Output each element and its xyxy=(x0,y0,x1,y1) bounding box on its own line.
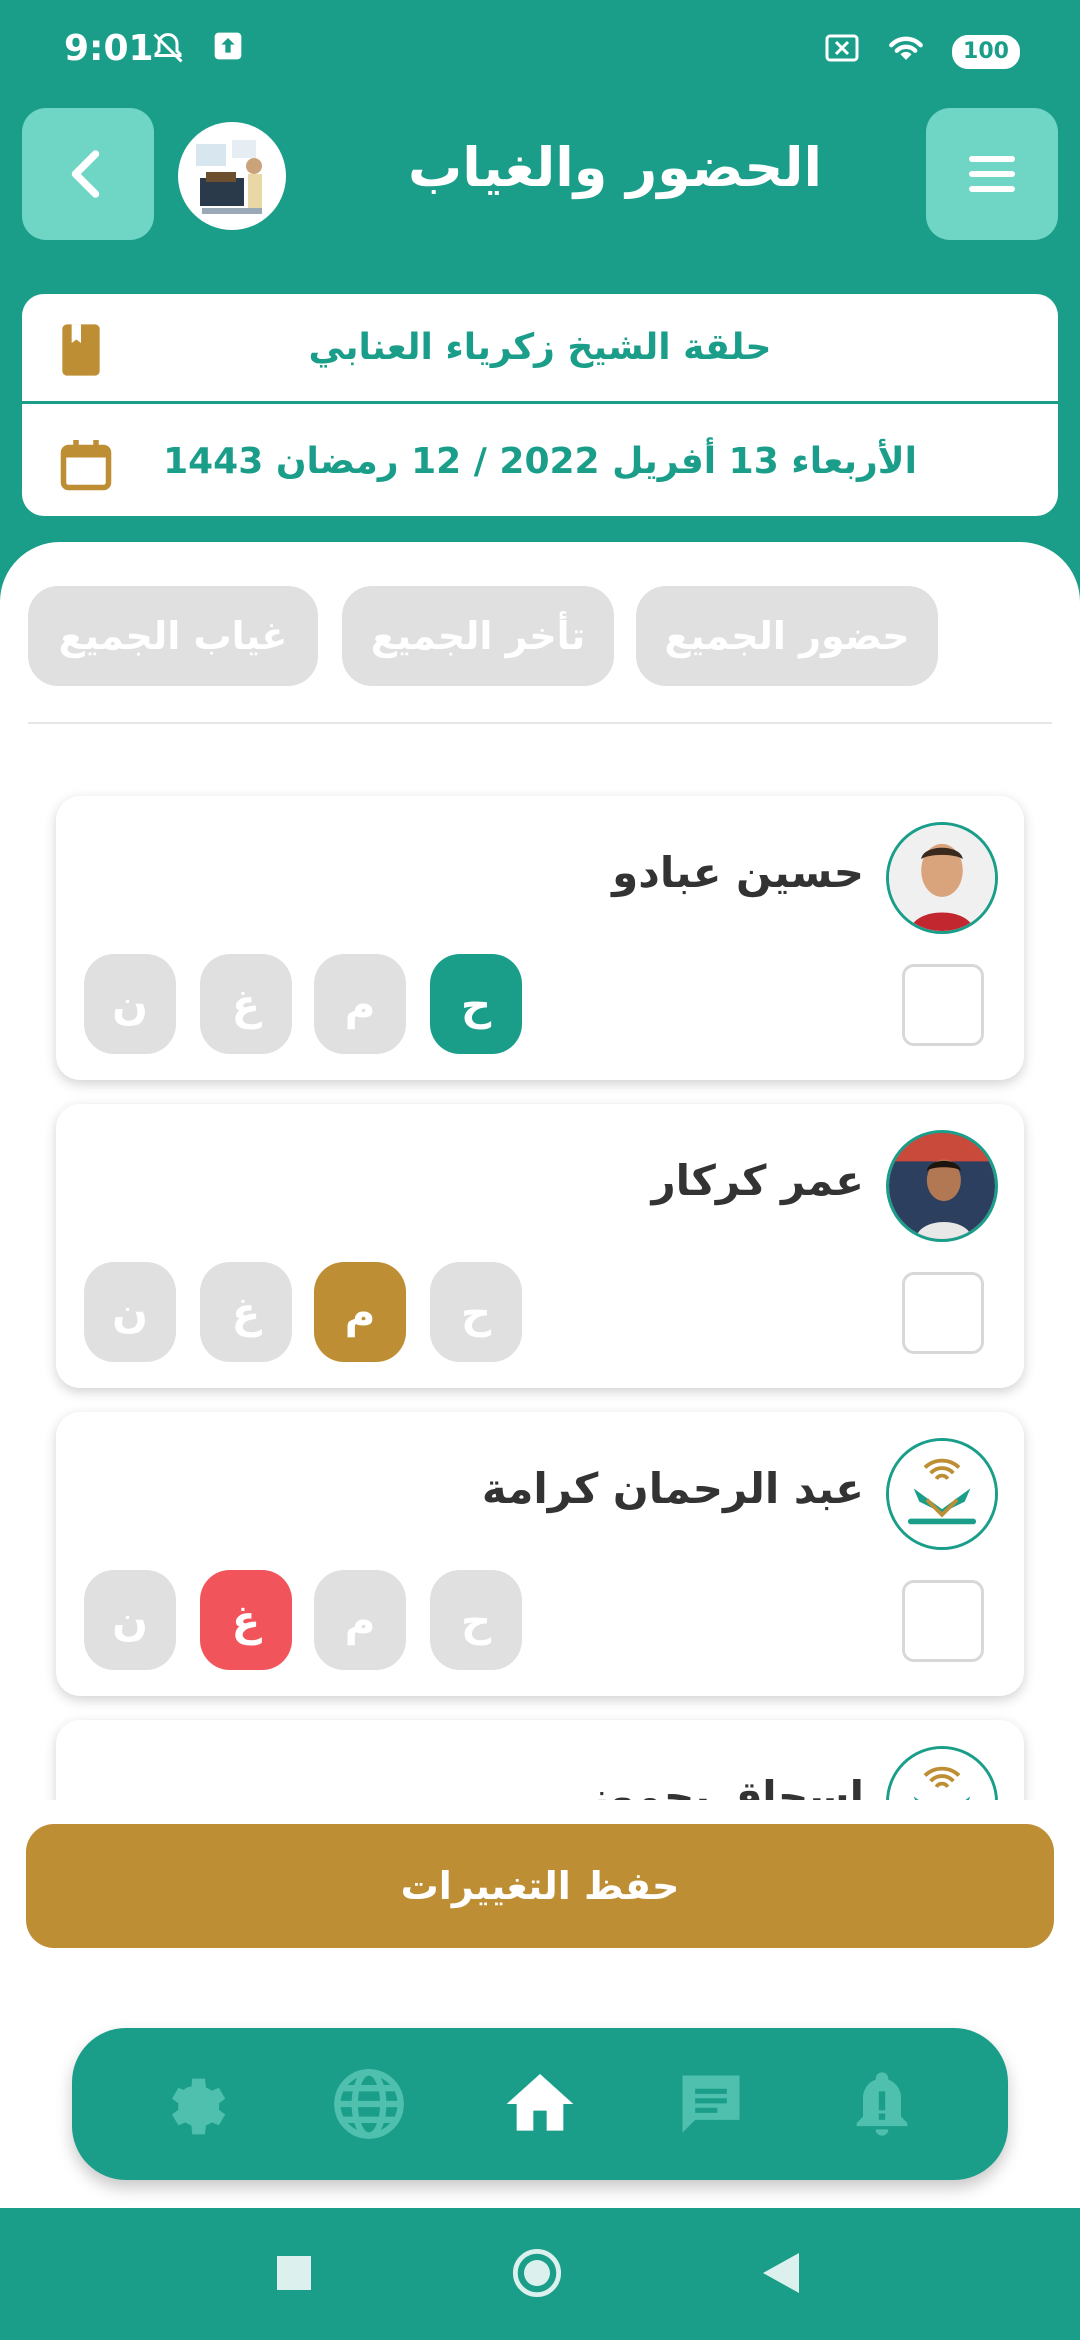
status-late-button[interactable]: م xyxy=(314,1262,406,1362)
status-late-button[interactable]: م xyxy=(314,954,406,1054)
bell-icon xyxy=(857,2072,908,2136)
student-checkbox[interactable] xyxy=(902,964,984,1046)
status-late-button[interactable]: م xyxy=(314,1570,406,1670)
nav-settings[interactable] xyxy=(153,2059,243,2149)
circle-icon xyxy=(512,2248,562,2298)
teacher-avatar xyxy=(178,122,286,230)
book-icon xyxy=(56,322,106,387)
nav-globe[interactable] xyxy=(324,2059,414,2149)
square-icon xyxy=(277,2256,311,2290)
gear-icon xyxy=(171,2078,225,2135)
nav-home[interactable] xyxy=(495,2059,585,2149)
status-bar: 9:01 100 xyxy=(0,0,1080,96)
status-absent-button[interactable]: غ xyxy=(200,1570,292,1670)
app-root: 9:01 100 الحضور والغياب حلقة الشيخ زكريا… xyxy=(0,0,1080,2340)
student-avatar xyxy=(886,1130,998,1242)
globe-icon xyxy=(333,2069,404,2139)
status-present-button[interactable]: ح xyxy=(430,954,522,1054)
hamburger-icon xyxy=(969,156,1015,192)
student-checkbox[interactable] xyxy=(902,1580,984,1662)
status-time: 9:01 xyxy=(64,28,154,69)
calendar-icon xyxy=(56,434,116,505)
quran-logo-icon xyxy=(889,1441,995,1547)
status-present-button[interactable]: ح xyxy=(430,1570,522,1670)
system-nav-bar xyxy=(0,2210,1080,2340)
date-text: الأربعاء 13 أفريل 2022 / 12 رمضان 1443 xyxy=(163,440,917,482)
status-right-icons: 100 xyxy=(824,30,1020,73)
triangle-back-icon xyxy=(763,2253,799,2293)
chat-icon xyxy=(682,2075,740,2133)
student-avatar xyxy=(886,1438,998,1550)
attendance-sheet: غياب الجميع تأخر الجميع حضور الجميع حسين… xyxy=(0,542,1080,2208)
student-card: عبد الرحمان كرامة ح م غ ن xyxy=(56,1412,1024,1696)
student-name: عبد الرحمان كرامة xyxy=(481,1464,864,1513)
mute-icon xyxy=(150,30,186,75)
status-left-icons xyxy=(150,30,244,75)
menu-button[interactable] xyxy=(926,108,1058,240)
student-name: عمر كركار xyxy=(651,1156,864,1205)
status-absent-button[interactable]: غ xyxy=(200,1262,292,1362)
nav-messages[interactable] xyxy=(666,2059,756,2149)
bulk-actions: غياب الجميع تأخر الجميع حضور الجميع xyxy=(0,586,1080,690)
bottom-nav xyxy=(72,2028,1008,2180)
back-system-button[interactable] xyxy=(763,2253,803,2297)
student-card: حسين عبادو ح م غ ن xyxy=(56,796,1024,1080)
home-icon xyxy=(506,2074,574,2131)
back-button[interactable] xyxy=(22,108,154,240)
upload-icon xyxy=(212,30,244,75)
circle-info-card: حلقة الشيخ زكرياء العنابي الأربعاء 13 أف… xyxy=(22,294,1058,516)
status-excused-button[interactable]: ن xyxy=(84,1262,176,1362)
status-excused-button[interactable]: ن xyxy=(84,1570,176,1670)
circle-name: حلقة الشيخ زكرياء العنابي xyxy=(308,327,772,368)
nav-notifications[interactable] xyxy=(837,2059,927,2149)
battery-indicator: 100 xyxy=(952,34,1020,69)
app-header: الحضور والغياب xyxy=(0,108,1080,244)
status-present-button[interactable]: ح xyxy=(430,1262,522,1362)
save-changes-button[interactable]: حفظ التغييرات xyxy=(26,1824,1054,1948)
recents-button[interactable] xyxy=(277,2256,311,2294)
divider xyxy=(28,722,1052,724)
status-absent-button[interactable]: غ xyxy=(200,954,292,1054)
student-avatar xyxy=(886,822,998,934)
status-excused-button[interactable]: ن xyxy=(84,954,176,1054)
home-system-button[interactable] xyxy=(511,2247,563,2303)
student-checkbox[interactable] xyxy=(902,1272,984,1354)
all-present-button[interactable]: حضور الجميع xyxy=(636,586,938,686)
circle-name-row: حلقة الشيخ زكرياء العنابي xyxy=(22,294,1058,404)
page-title: الحضور والغياب xyxy=(407,136,823,199)
all-absent-button[interactable]: غياب الجميع xyxy=(28,586,318,686)
date-row[interactable]: الأربعاء 13 أفريل 2022 / 12 رمضان 1443 xyxy=(22,406,1058,516)
wifi-icon xyxy=(884,30,928,73)
chevron-left-icon xyxy=(71,150,100,198)
sim-off-icon xyxy=(824,31,860,72)
student-name: حسين عبادو xyxy=(612,848,864,897)
all-late-button[interactable]: تأخر الجميع xyxy=(342,586,614,686)
student-card: عمر كركار ح م غ ن xyxy=(56,1104,1024,1388)
